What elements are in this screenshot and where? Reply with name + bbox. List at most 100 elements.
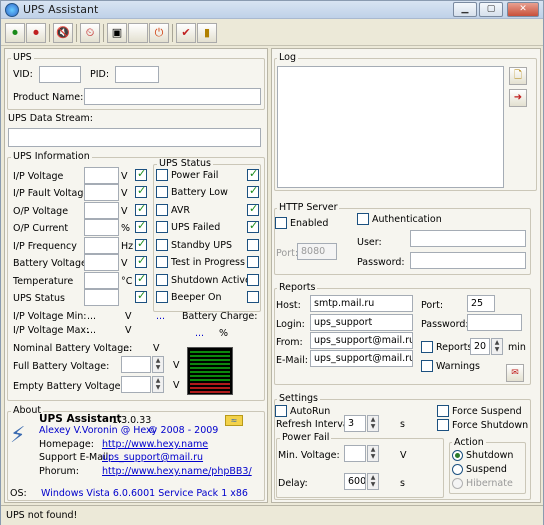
disconnect-icon[interactable]: ⏺ — [26, 23, 46, 43]
delay-label: Delay: — [278, 478, 308, 489]
minimize-button[interactable]: ▁ — [453, 2, 477, 17]
about-app-name: UPS Assistant — [39, 413, 122, 425]
phorum-link[interactable]: http://www.hexy.name/phpBB3/ — [102, 466, 252, 477]
autorun-checkbox[interactable] — [275, 405, 287, 417]
pid-field[interactable] — [115, 66, 159, 83]
reports-interval-spinner[interactable]: ▲ ▼ — [491, 338, 503, 355]
info-row-checkbox[interactable] — [135, 272, 147, 286]
smtp-password-label: Password: — [421, 319, 469, 330]
status-alert-checkbox[interactable] — [247, 256, 259, 268]
vid-field[interactable] — [39, 66, 81, 83]
http-enabled-checkbox[interactable] — [275, 217, 287, 229]
info-row-checkbox[interactable] — [135, 219, 147, 233]
status-alert-checkbox[interactable] — [247, 291, 259, 303]
smtp-port-field[interactable]: 25 — [467, 295, 495, 312]
delay-spinner[interactable]: ▲ ▼ — [367, 473, 379, 490]
full-voltage-field[interactable] — [121, 356, 151, 373]
status-indicator-checkbox[interactable] — [156, 291, 168, 303]
log-textarea[interactable] — [277, 66, 504, 188]
power-icon[interactable]: ⏻ — [149, 23, 169, 43]
full-voltage-spinner[interactable]: ▲ ▼ — [152, 356, 164, 373]
homepage-link[interactable]: http://www.hexy.name — [102, 439, 208, 450]
info-row-value — [84, 254, 119, 271]
info-row-checkbox[interactable] — [135, 202, 147, 216]
warnings-checkbox[interactable] — [421, 360, 433, 372]
check-icon[interactable]: ✔ — [176, 23, 196, 43]
mute-icon[interactable]: 🔇 — [53, 23, 73, 43]
force-suspend-checkbox[interactable] — [437, 405, 449, 417]
info-row-label: Temperature — [13, 276, 74, 287]
info-row-checkbox[interactable] — [135, 184, 147, 198]
email-field[interactable]: ups_support@mail.ru — [310, 350, 413, 367]
title-bar[interactable]: UPS Assistant ▁ ▢ ✕ — [1, 1, 543, 19]
empty-voltage-spinner[interactable]: ▲ ▼ — [152, 376, 164, 393]
status-alert-checkbox[interactable] — [247, 239, 259, 251]
product-name-field[interactable] — [84, 88, 261, 105]
smtp-port-label: Port: — [421, 300, 444, 311]
delay-field[interactable]: 600 — [344, 473, 366, 490]
status-indicator-checkbox[interactable] — [156, 239, 168, 251]
export-log-icon[interactable]: ➜ — [509, 89, 527, 107]
shutdown-radio[interactable] — [452, 450, 463, 461]
info-row-checkbox[interactable] — [135, 289, 147, 303]
empty-voltage-field[interactable] — [121, 376, 151, 393]
http-user-field[interactable] — [410, 230, 526, 247]
maximize-button[interactable]: ▢ — [479, 2, 503, 17]
refresh-interval-field[interactable]: 3 — [344, 415, 366, 432]
new-log-icon[interactable]: 🗋 — [509, 67, 527, 85]
info-row-value — [84, 219, 119, 236]
status-alert-checkbox[interactable] — [247, 202, 259, 216]
min-voltage-field[interactable] — [344, 445, 366, 462]
blank-icon[interactable] — [128, 23, 148, 43]
info-row-unit: °C — [121, 276, 133, 287]
about-copyright: © 2008 - 2009 — [148, 425, 219, 436]
info-row-value — [84, 184, 119, 201]
close-button[interactable]: ✕ — [507, 2, 539, 17]
data-stream-field[interactable] — [8, 128, 261, 147]
status-alert-checkbox[interactable] — [247, 184, 259, 198]
ups-status-title: UPS Status — [157, 158, 214, 169]
support-email-link[interactable]: ups_support@mail.ru — [102, 452, 203, 463]
app-window: UPS Assistant ▁ ▢ ✕ ⏺ ⏺ 🔇 ⏲ ▣ ⏻ ✔ ▮ UPS … — [0, 0, 544, 525]
status-alert-checkbox[interactable] — [247, 219, 259, 233]
status-indicator-checkbox[interactable] — [156, 169, 168, 181]
status-indicator-checkbox[interactable] — [156, 221, 168, 233]
authentication-checkbox[interactable] — [357, 213, 369, 225]
app-logo-icon: ⚡ — [10, 423, 26, 448]
status-indicator-checkbox[interactable] — [156, 274, 168, 286]
from-field[interactable]: ups_support@mail.ru — [310, 332, 413, 349]
reports-checkbox[interactable] — [421, 341, 433, 353]
refresh-interval-spinner[interactable]: ▲ ▼ — [367, 415, 379, 432]
clock-icon[interactable]: ⏲ — [80, 23, 100, 43]
smtp-password-field[interactable] — [467, 314, 522, 331]
hibernate-radio — [452, 478, 463, 489]
delay-unit: s — [400, 478, 405, 489]
status-alert-checkbox[interactable] — [247, 274, 259, 286]
min-voltage-spinner[interactable]: ▲ ▼ — [367, 445, 379, 462]
vid-label: VID: — [13, 69, 33, 80]
connect-icon[interactable]: ⏺ — [5, 23, 25, 43]
force-shutdown-checkbox[interactable] — [437, 419, 449, 431]
full-voltage-unit: V — [173, 360, 180, 371]
info-row-checkbox[interactable] — [135, 237, 147, 251]
status-indicator-checkbox[interactable] — [156, 256, 168, 268]
smtp-host-field[interactable]: smtp.mail.ru — [310, 295, 413, 312]
http-port-field[interactable]: 8080 — [297, 243, 337, 260]
status-indicator-checkbox[interactable] — [156, 186, 168, 198]
exit-icon[interactable]: ▮ — [197, 23, 217, 43]
reports-label: Reports — [436, 342, 473, 353]
http-password-field[interactable] — [410, 252, 526, 269]
info-row-checkbox[interactable] — [135, 254, 147, 268]
info-row-checkbox[interactable] — [135, 167, 147, 181]
status-alert-checkbox[interactable] — [247, 167, 259, 181]
reports-interval-field[interactable]: 20 — [470, 338, 490, 355]
smtp-login-field[interactable]: ups_support — [310, 314, 413, 331]
device-icon[interactable]: ▣ — [107, 23, 127, 43]
status-message: UPS not found! — [6, 510, 78, 521]
power-fail-title: Power Fail — [280, 432, 332, 443]
status-row-label: Test in Progress — [171, 257, 245, 268]
send-mail-icon[interactable]: ✉ — [506, 364, 524, 382]
http-server-title: HTTP Server — [277, 202, 340, 213]
status-indicator-checkbox[interactable] — [156, 204, 168, 216]
suspend-radio[interactable] — [452, 464, 463, 475]
